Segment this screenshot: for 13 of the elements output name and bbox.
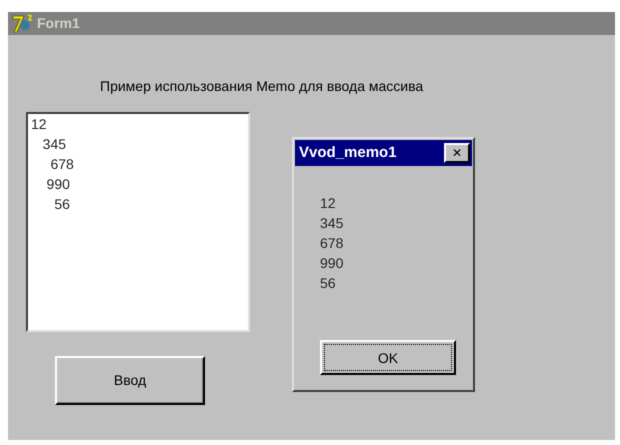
caption-label: Пример использования Memo для ввода массива [100, 78, 424, 94]
message-line: 345 [320, 214, 344, 233]
close-button[interactable]: ✕ [444, 143, 470, 163]
input-button[interactable]: Ввод [55, 356, 205, 405]
window-title: Form1 [37, 14, 80, 33]
app-icon [12, 14, 34, 34]
message-line: 56 [320, 274, 336, 293]
message-line: 12 [320, 194, 336, 213]
dialog-title: Vvod_memo1 [299, 142, 397, 163]
memo-field[interactable]: 12 345 678 990 56 [26, 112, 250, 332]
message-line: 678 [320, 234, 344, 253]
ok-button[interactable]: OK [320, 340, 456, 375]
message-line: 990 [320, 254, 344, 273]
